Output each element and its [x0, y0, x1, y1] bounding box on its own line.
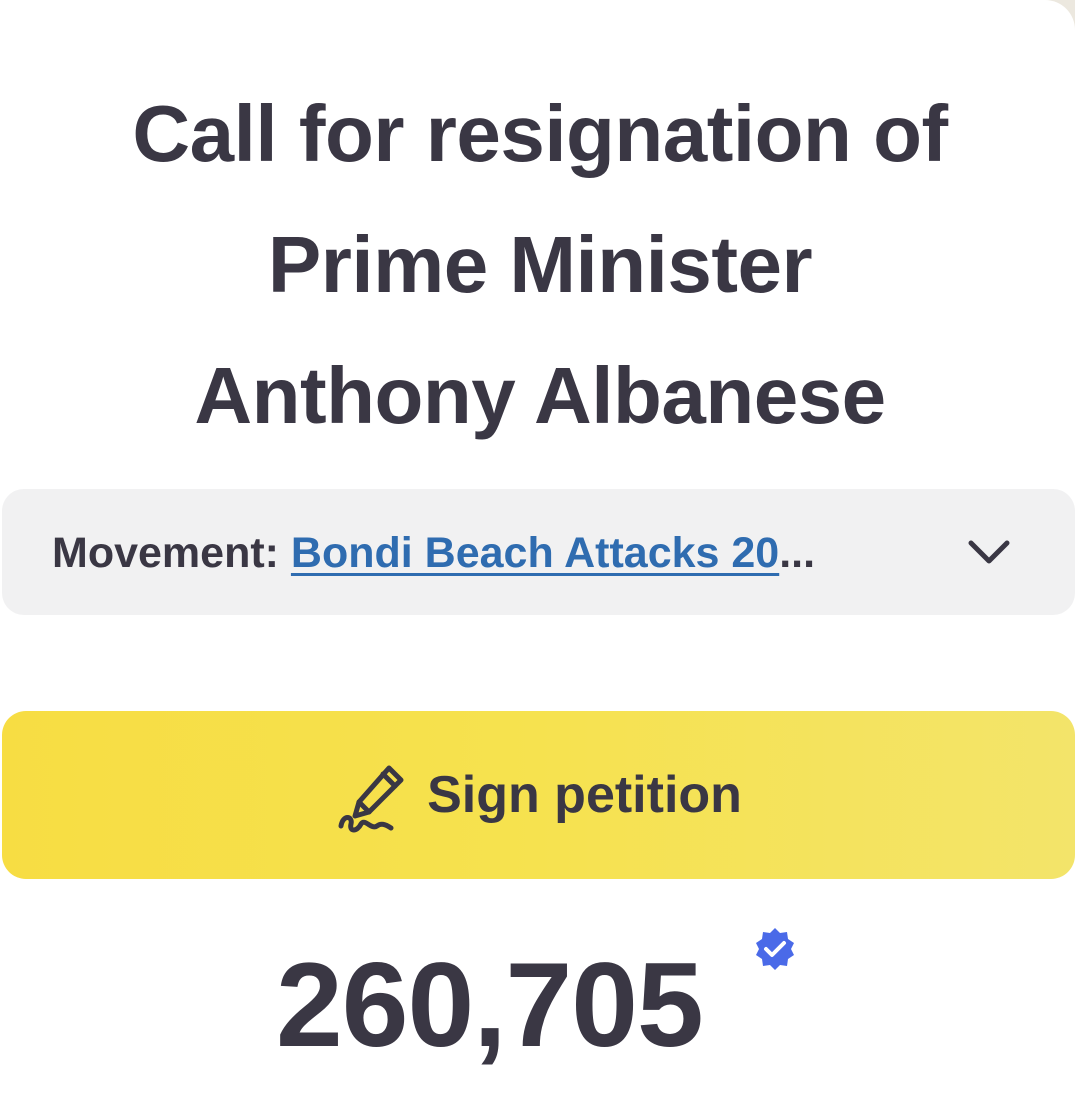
sign-petition-button[interactable]: Sign petition [2, 711, 1075, 879]
petition-title-line: Anthony Albanese [194, 351, 886, 440]
movement-text: Movement: Bondi Beach Attacks 20... [52, 527, 882, 579]
petition-title: Call for resignation of Prime Minister A… [20, 68, 1060, 461]
chevron-down-icon[interactable] [965, 533, 1013, 573]
sign-petition-label: Sign petition [427, 766, 742, 824]
movement-label: Movement: [52, 529, 279, 577]
signature-count: 260,705 [276, 938, 704, 1072]
pen-signature-icon [338, 765, 404, 833]
petition-card: Call for resignation of Prime Minister A… [0, 0, 1075, 1104]
movement-dropdown[interactable]: Movement: Bondi Beach Attacks 20... [2, 489, 1075, 615]
movement-link[interactable]: Bondi Beach Attacks 20 [291, 529, 779, 577]
sign-button-content: Sign petition [2, 711, 1075, 879]
petition-title-line: Call for resignation of [132, 89, 948, 178]
petition-title-line: Prime Minister [267, 220, 813, 309]
verified-badge-icon [756, 928, 794, 970]
movement-ellipsis: ... [779, 529, 816, 577]
